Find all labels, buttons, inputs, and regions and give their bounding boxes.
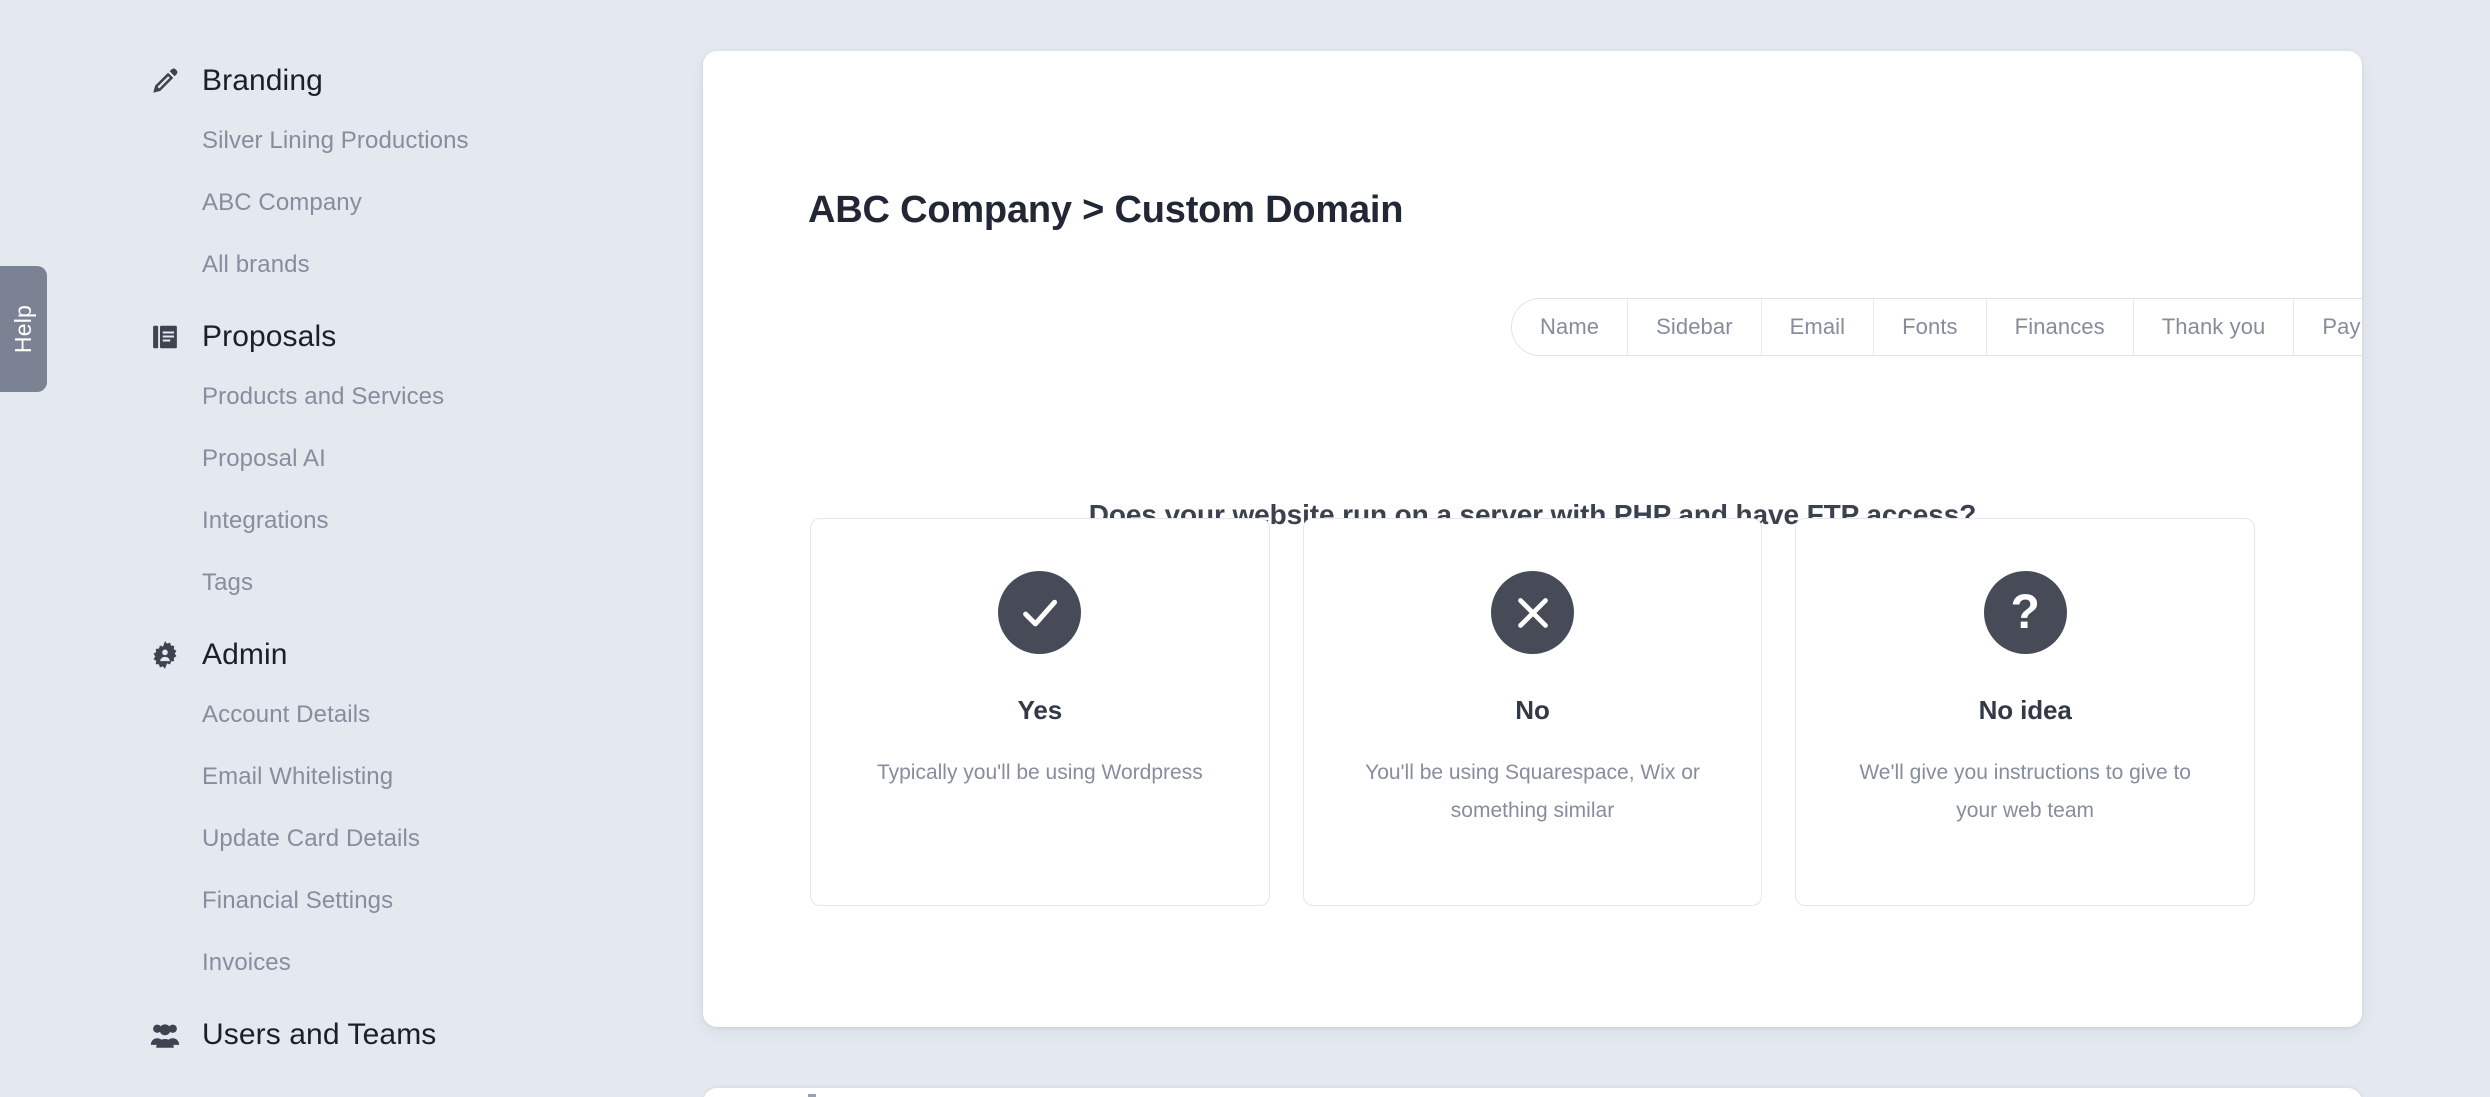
tab-sidebar[interactable]: Sidebar — [1628, 299, 1762, 355]
page-title: ABC Company > Custom Domain — [808, 189, 1404, 231]
question-icon: ? — [1983, 571, 2067, 654]
gear-user-icon — [148, 638, 182, 672]
sidebar-item-label: Proposals — [202, 320, 337, 353]
option-title: No idea — [1978, 695, 2072, 725]
option-title: Yes — [1017, 695, 1063, 725]
sidebar-item-users-and-teams[interactable]: Users and Teams — [0, 1006, 703, 1064]
tab-finances[interactable]: Finances — [1986, 299, 2134, 355]
option-description: Typically you'll be using Wordpress — [876, 761, 1203, 784]
sidebar-subitem-tags[interactable]: Tags — [0, 552, 703, 614]
help-tab-label: Help — [10, 304, 36, 354]
question-mark-glyph: ? — [2010, 585, 2040, 639]
pencil-icon — [148, 64, 182, 98]
sidebar-subitem-abc-company[interactable]: ABC Company — [0, 172, 703, 234]
sidebar-subitem-products-and-services[interactable]: Products and Services — [0, 366, 703, 428]
nav-group-branding: Branding Silver Lining Productions ABC C… — [0, 52, 703, 296]
tab-name[interactable]: Name — [1512, 299, 1629, 355]
sidebar-item-label: Branding — [202, 64, 323, 97]
nav-group-users-and-teams: Users and Teams — [0, 1006, 703, 1064]
users-icon — [148, 1018, 182, 1052]
answer-options: Yes Typically you'll be using Wordpress … — [810, 518, 2256, 906]
sidebar: Branding Silver Lining Productions ABC C… — [0, 0, 703, 1097]
tab-payments[interactable]: Payments — [2294, 299, 2362, 355]
option-card-no-idea[interactable]: ? No idea We'll give you instructions to… — [1795, 518, 2256, 906]
option-card-no[interactable]: No You'll be using Squarespace, Wix or s… — [1302, 518, 1763, 906]
option-card-yes[interactable]: Yes Typically you'll be using Wordpress — [810, 518, 1270, 906]
cross-icon — [1491, 571, 1574, 654]
sidebar-item-branding[interactable]: Branding — [0, 52, 703, 110]
tab-fonts[interactable]: Fonts — [1874, 299, 1987, 355]
app-root: Help Branding Silver Lining Productions … — [0, 0, 2490, 1097]
book-icon — [148, 320, 182, 354]
sidebar-subitem-invoices[interactable]: Invoices — [0, 932, 703, 994]
check-icon — [998, 571, 1082, 654]
help-tab[interactable]: Help — [0, 266, 47, 392]
nav-group-admin: Admin Account Details Email Whitelisting… — [0, 626, 703, 994]
settings-tab-bar: Name Sidebar Email Fonts Finances Thank … — [1511, 298, 2362, 356]
sidebar-subitem-integrations[interactable]: Integrations — [0, 490, 703, 552]
tab-email[interactable]: Email — [1761, 299, 1875, 355]
sidebar-item-label: Users and Teams — [202, 1018, 437, 1051]
sidebar-item-proposals[interactable]: Proposals — [0, 308, 703, 366]
sidebar-subitem-account-details[interactable]: Account Details — [0, 684, 703, 746]
option-title: No — [1515, 695, 1550, 725]
sidebar-subitem-silver-lining-productions[interactable]: Silver Lining Productions — [0, 110, 703, 172]
main-content-card: ABC Company > Custom Domain Name Sidebar… — [703, 51, 2362, 1027]
sidebar-item-label: Admin — [202, 638, 288, 671]
sidebar-subitem-email-whitelisting[interactable]: Email Whitelisting — [0, 746, 703, 808]
nav-group-proposals: Proposals Products and Services Proposal… — [0, 308, 703, 614]
next-content-card — [703, 1088, 2362, 1097]
sidebar-subitem-update-card-details[interactable]: Update Card Details — [0, 808, 703, 870]
tab-thank-you[interactable]: Thank you — [2133, 299, 2295, 355]
sidebar-item-admin[interactable]: Admin — [0, 626, 703, 684]
sidebar-subitem-all-brands[interactable]: All brands — [0, 234, 703, 296]
sidebar-subitem-financial-settings[interactable]: Financial Settings — [0, 870, 703, 932]
sidebar-subitem-proposal-ai[interactable]: Proposal AI — [0, 428, 703, 490]
option-description: We'll give you instructions to give to y… — [1859, 761, 2191, 822]
option-description: You'll be using Squarespace, Wix or some… — [1365, 761, 1700, 822]
